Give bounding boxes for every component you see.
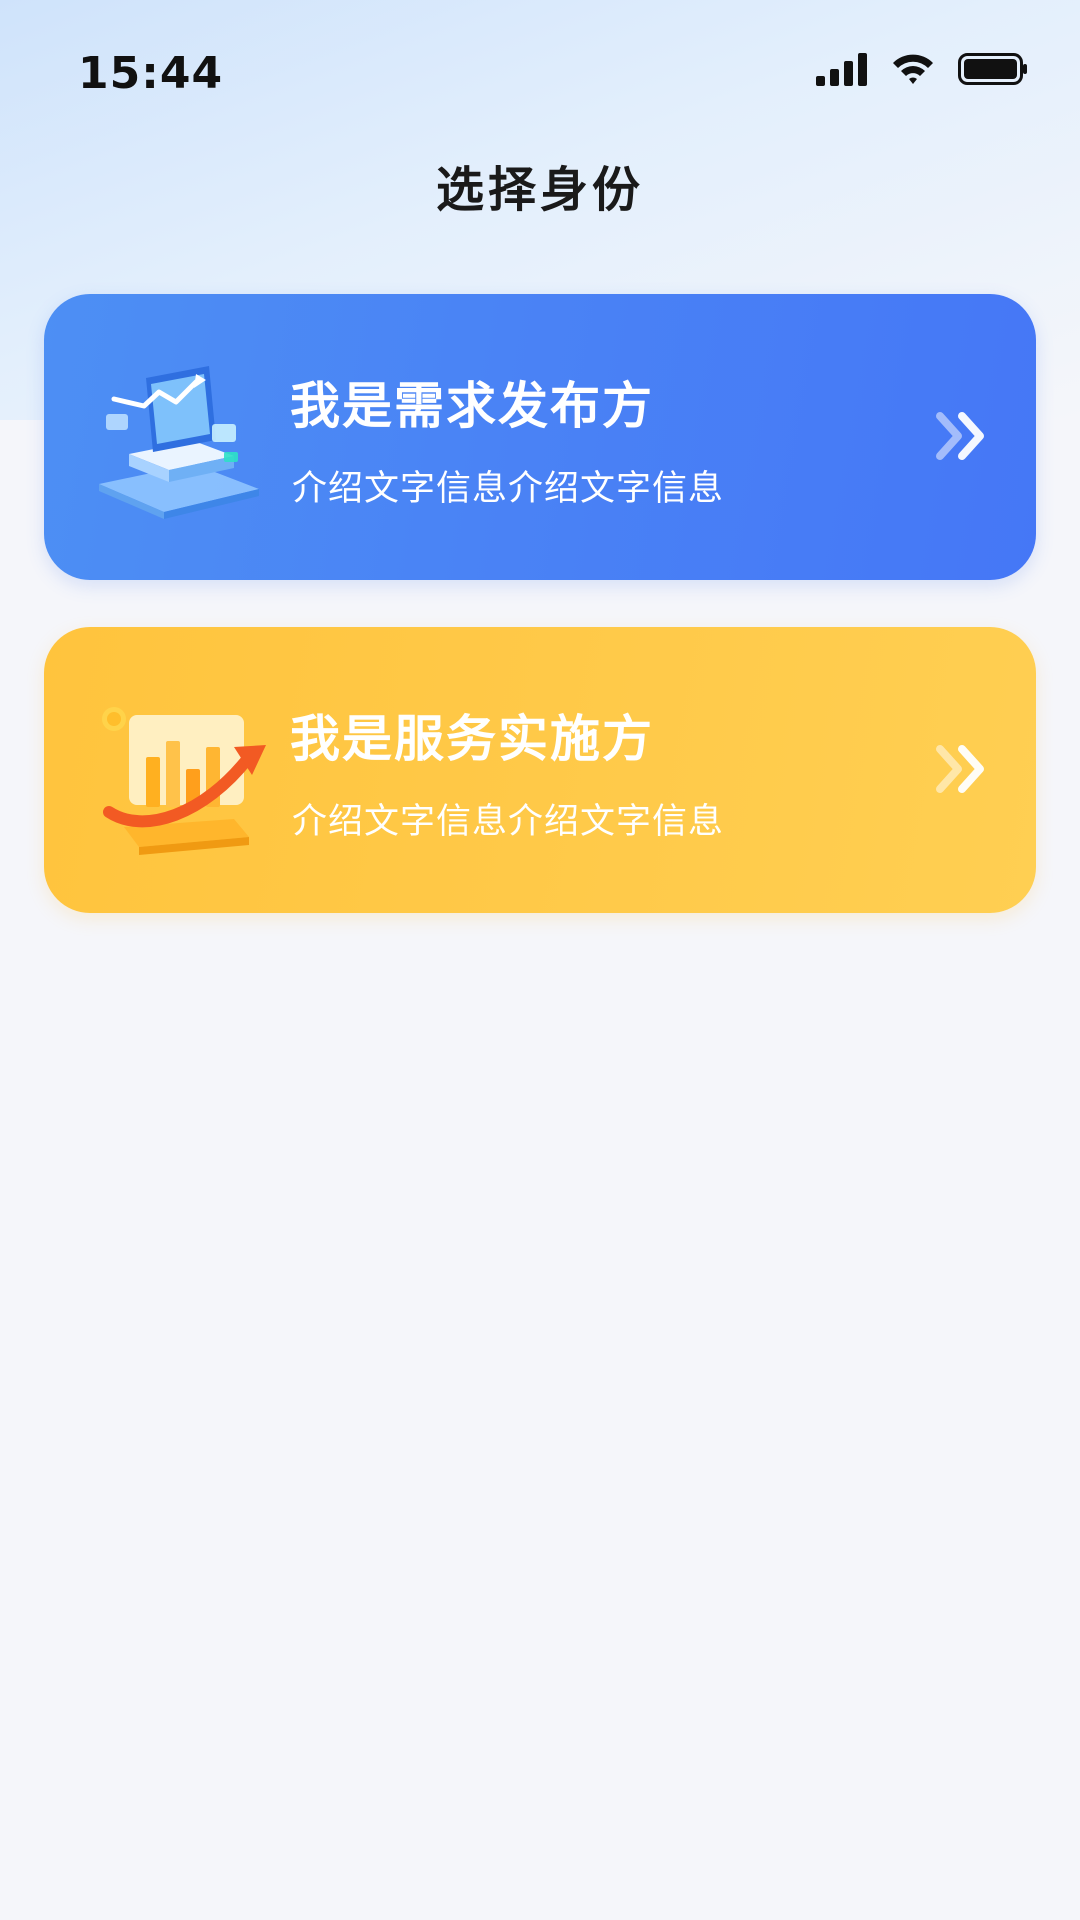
bar-chart-arrow-illustration [102,707,266,855]
card-description: 介绍文字信息介绍文字信息 [292,802,725,842]
double-chevron-right-icon [936,412,984,460]
status-time: 15:44 [78,48,224,99]
status-bar: 15:44 [0,0,1080,150]
page-title: 选择身份 [435,162,644,218]
double-chevron-right-icon [936,745,984,793]
status-icons [816,52,1028,86]
role-card-service-implementer[interactable]: 我是服务实施方 介绍文字信息介绍文字信息 [44,627,1036,913]
card-title: 我是服务实施方 [290,710,654,768]
role-card-demand-publisher[interactable]: 我是需求发布方 介绍文字信息介绍文字信息 [44,294,1036,580]
cellular-signal-icon [816,53,867,86]
wifi-icon [893,54,933,84]
card-title: 我是需求发布方 [290,377,654,435]
card-description: 介绍文字信息介绍文字信息 [292,469,725,509]
monitor-chart-illustration [99,366,259,519]
battery-icon [958,53,1027,85]
